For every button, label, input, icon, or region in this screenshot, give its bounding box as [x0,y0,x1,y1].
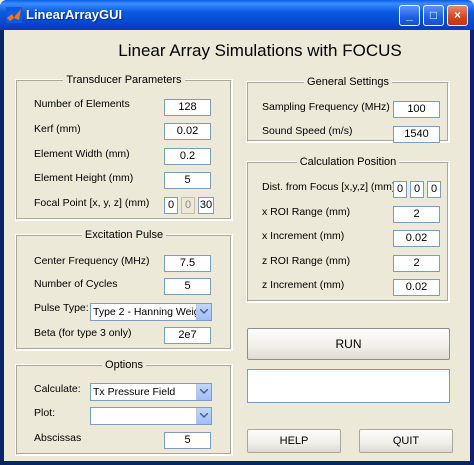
close-icon: × [453,8,461,22]
plot-label: Plot: [34,407,56,419]
chevron-down-icon[interactable] [196,304,211,320]
dist-focus-z-input[interactable]: 0 [427,181,441,198]
maximize-button[interactable]: □ [423,5,444,26]
minimize-icon: _ [406,8,413,22]
pulse-type-label: Pulse Type: [34,302,89,314]
num-cycles-input[interactable]: 5 [164,278,211,295]
x-roi-range-label: x ROI Range (mm) [262,206,351,218]
quit-button[interactable]: QUIT [359,429,453,453]
sampling-frequency-input[interactable]: 100 [393,101,440,118]
abscissas-label: Abscissas [34,432,82,444]
focal-point-y-input: 0 [181,197,195,214]
x-roi-range-input[interactable]: 2 [393,206,440,223]
client-area: Linear Array Simulations with FOCUS Tran… [4,30,470,461]
transducer-panel-title: Transducer Parameters [63,74,185,86]
options-panel: Options Calculate: Tx Pressure Field Plo… [15,359,233,456]
excitation-panel: Excitation Pulse Center Frequency (MHz) … [15,229,233,351]
beta-input[interactable]: 2e7 [164,327,211,344]
center-frequency-label: Center Frequency (MHz) [34,255,150,267]
title-bar[interactable]: LinearArrayGUI _ □ × [0,0,474,30]
page-title: Linear Array Simulations with FOCUS [118,41,402,60]
general-settings-panel: General Settings Sampling Frequency (MHz… [246,76,450,143]
z-roi-range-label: z ROI Range (mm) [262,255,351,267]
chevron-down-icon[interactable] [196,408,211,424]
kerf-label: Kerf (mm) [34,123,81,135]
z-increment-input[interactable]: 0.02 [393,279,440,296]
kerf-input[interactable]: 0.02 [164,123,211,140]
options-panel-title: Options [102,359,146,371]
focal-point-label: Focal Point [x, y, z] (mm) [34,197,150,209]
element-width-label: Element Width (mm) [34,148,130,160]
beta-label: Beta (for type 3 only) [34,327,132,339]
calculation-position-title: Calculation Position [296,156,400,168]
center-frequency-input[interactable]: 7.5 [164,255,211,272]
help-button[interactable]: HELP [247,429,341,453]
num-elements-input[interactable]: 128 [164,99,211,116]
x-increment-input[interactable]: 0.02 [393,230,440,247]
close-button[interactable]: × [447,5,468,26]
matlab-icon [6,7,22,23]
calculate-value: Tx Pressure Field [93,386,176,398]
calculate-select[interactable]: Tx Pressure Field [90,383,212,401]
calculate-label: Calculate: [34,383,81,395]
app-window: LinearArrayGUI _ □ × Linear Array Simula… [0,0,474,465]
maximize-icon: □ [429,8,438,22]
run-button[interactable]: RUN [247,328,450,360]
sound-speed-label: Sound Speed (m/s) [262,125,353,137]
element-height-label: Element Height (mm) [34,172,134,184]
excitation-panel-title: Excitation Pulse [81,229,167,241]
element-height-input[interactable]: 5 [164,172,211,189]
z-roi-range-input[interactable]: 2 [393,255,440,272]
num-cycles-label: Number of Cycles [34,278,118,290]
z-increment-label: z Increment (mm) [262,279,345,291]
transducer-panel: Transducer Parameters Number of Elements… [15,74,233,221]
chevron-down-icon[interactable] [196,384,211,400]
focal-point-x-input[interactable]: 0 [164,197,178,214]
calculation-position-panel: Calculation Position Dist. from Focus [x… [246,156,450,303]
plot-select[interactable] [90,407,212,425]
dist-focus-x-input[interactable]: 0 [393,181,407,198]
num-elements-label: Number of Elements [34,98,130,110]
pulse-type-select[interactable]: Type 2 - Hanning Weight... [90,303,212,321]
general-settings-title: General Settings [304,76,392,88]
dist-focus-label: Dist. from Focus [x,y,z] (mm) [262,181,396,193]
status-box [247,369,450,403]
window-title: LinearArrayGUI [26,7,123,22]
minimize-button[interactable]: _ [399,5,420,26]
sampling-frequency-label: Sampling Frequency (MHz) [262,101,390,113]
pulse-type-value: Type 2 - Hanning Weight... [93,306,212,318]
focal-point-z-input[interactable]: 30 [198,197,214,214]
element-width-input[interactable]: 0.2 [164,148,211,165]
abscissas-input[interactable]: 5 [164,432,211,449]
dist-focus-y-input[interactable]: 0 [410,181,424,198]
sound-speed-input[interactable]: 1540 [393,126,440,143]
x-increment-label: x Increment (mm) [262,230,345,242]
